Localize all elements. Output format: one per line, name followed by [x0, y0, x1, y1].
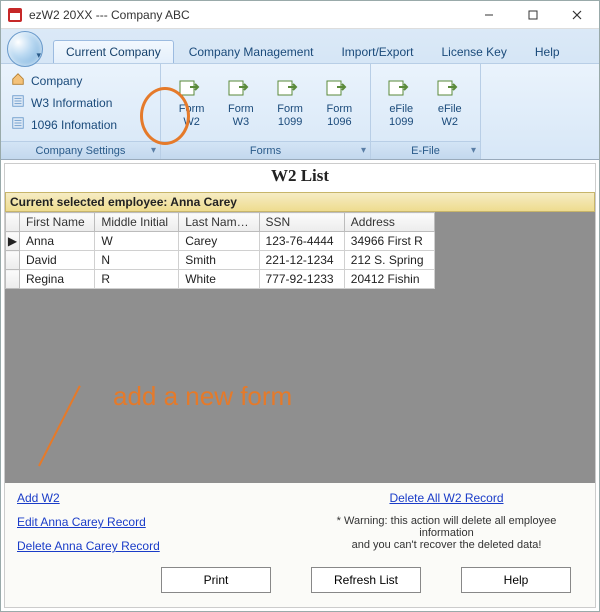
titlebar: ezW2 20XX --- Company ABC: [1, 1, 599, 29]
group-efile: eFile 1099eFile W2 E-File ▾: [371, 64, 481, 159]
export-icon: [227, 77, 255, 101]
row-selector[interactable]: [6, 270, 20, 289]
nav-1096-infomation[interactable]: 1096 Infomation: [9, 115, 119, 134]
button-row: Print Refresh List Help: [5, 557, 595, 607]
table-row[interactable]: ReginaRWhite777-92-123320412 Fishin: [6, 270, 435, 289]
ribbon-tab-row: ▾ Current CompanyCompany ManagementImpor…: [1, 29, 599, 63]
refresh-button[interactable]: Refresh List: [311, 567, 421, 593]
table-row[interactable]: DavidNSmith221-12-1234212 S. Spring: [6, 251, 435, 270]
tab-import/export[interactable]: Import/Export: [328, 40, 426, 63]
actions-area: Add W2 Edit Anna Carey Record Delete Ann…: [5, 483, 595, 557]
close-button[interactable]: [555, 1, 599, 29]
group-forms: Form W2Form W3Form 1099Form 1096 Forms ▾: [161, 64, 371, 159]
maximize-button[interactable]: [511, 1, 555, 29]
form-button-1099[interactable]: Form 1099: [268, 75, 313, 129]
edit-record-link[interactable]: Edit Anna Carey Record: [17, 515, 146, 529]
group-label-efile: E-File ▾: [371, 141, 480, 159]
delete-warning: * Warning: this action will delete all e…: [310, 515, 583, 551]
group-label-forms: Forms ▾: [161, 141, 370, 159]
delete-all-link[interactable]: Delete All W2 Record: [389, 491, 503, 505]
home-icon: [11, 72, 25, 89]
tab-company-management[interactable]: Company Management: [176, 40, 327, 63]
efile-button-w2[interactable]: eFile W2: [428, 75, 473, 129]
tab-license-key[interactable]: License Key: [428, 40, 519, 63]
dialog-launcher-icon[interactable]: ▾: [361, 145, 366, 156]
employee-table[interactable]: First NameMiddle InitialLast Nam…SSNAddr…: [5, 212, 435, 289]
export-icon: [178, 77, 206, 101]
ribbon: ▾ Current CompanyCompany ManagementImpor…: [1, 29, 599, 160]
actions-right: Delete All W2 Record * Warning: this act…: [310, 491, 583, 553]
dialog-launcher-icon[interactable]: ▾: [471, 145, 476, 156]
table-row[interactable]: ▶AnnaWCarey123-76-444434966 First R: [6, 232, 435, 251]
row-selector[interactable]: [6, 251, 20, 270]
column-header[interactable]: Address: [344, 213, 434, 232]
form-icon: [11, 116, 25, 133]
column-header[interactable]: Middle Initial: [95, 213, 179, 232]
maximize-icon: [528, 10, 538, 20]
form-button-1096[interactable]: Form 1096: [317, 75, 362, 129]
print-button[interactable]: Print: [161, 567, 271, 593]
ribbon-body: Company W3 Information 1096 Infomation Com…: [1, 63, 599, 159]
nav-w3-information[interactable]: W3 Information: [9, 93, 119, 112]
tab-current-company[interactable]: Current Company: [53, 40, 174, 63]
main-panel: W2 List Current selected employee: Anna …: [4, 163, 596, 608]
export-icon: [436, 77, 464, 101]
minimize-button[interactable]: [467, 1, 511, 29]
form-button-w3[interactable]: Form W3: [218, 75, 263, 129]
export-icon: [387, 77, 415, 101]
column-header[interactable]: Last Nam…: [179, 213, 259, 232]
form-button-w2[interactable]: Form W2: [169, 75, 214, 129]
delete-record-link[interactable]: Delete Anna Carey Record: [17, 539, 160, 553]
column-header[interactable]: SSN: [259, 213, 344, 232]
row-selector[interactable]: ▶: [6, 232, 20, 251]
nav-company[interactable]: Company: [9, 71, 119, 90]
actions-left: Add W2 Edit Anna Carey Record Delete Ann…: [17, 491, 290, 553]
tab-help[interactable]: Help: [522, 40, 573, 63]
group-company-settings: Company W3 Information 1096 Infomation Com…: [1, 64, 161, 159]
grid-area: Current selected employee: Anna Carey Fi…: [5, 192, 595, 483]
minimize-icon: [484, 10, 494, 20]
export-icon: [325, 77, 353, 101]
export-icon: [276, 77, 304, 101]
list-title: W2 List: [5, 164, 595, 192]
close-icon: [572, 10, 582, 20]
group-label-company-settings: Company Settings ▾: [1, 141, 160, 159]
selected-employee-bar: Current selected employee: Anna Carey: [5, 192, 595, 212]
application-menu-button[interactable]: ▾: [7, 31, 43, 67]
app-icon: [7, 7, 23, 23]
app-window: ezW2 20XX --- Company ABC ▾ Current Comp…: [0, 0, 600, 612]
column-header[interactable]: First Name: [20, 213, 95, 232]
window-title: ezW2 20XX --- Company ABC: [29, 8, 467, 22]
dialog-launcher-icon[interactable]: ▾: [151, 145, 156, 156]
form-icon: [11, 94, 25, 111]
add-w2-link[interactable]: Add W2: [17, 491, 60, 505]
help-button[interactable]: Help: [461, 567, 571, 593]
efile-button-1099[interactable]: eFile 1099: [379, 75, 424, 129]
chevron-down-icon: ▾: [36, 50, 41, 61]
